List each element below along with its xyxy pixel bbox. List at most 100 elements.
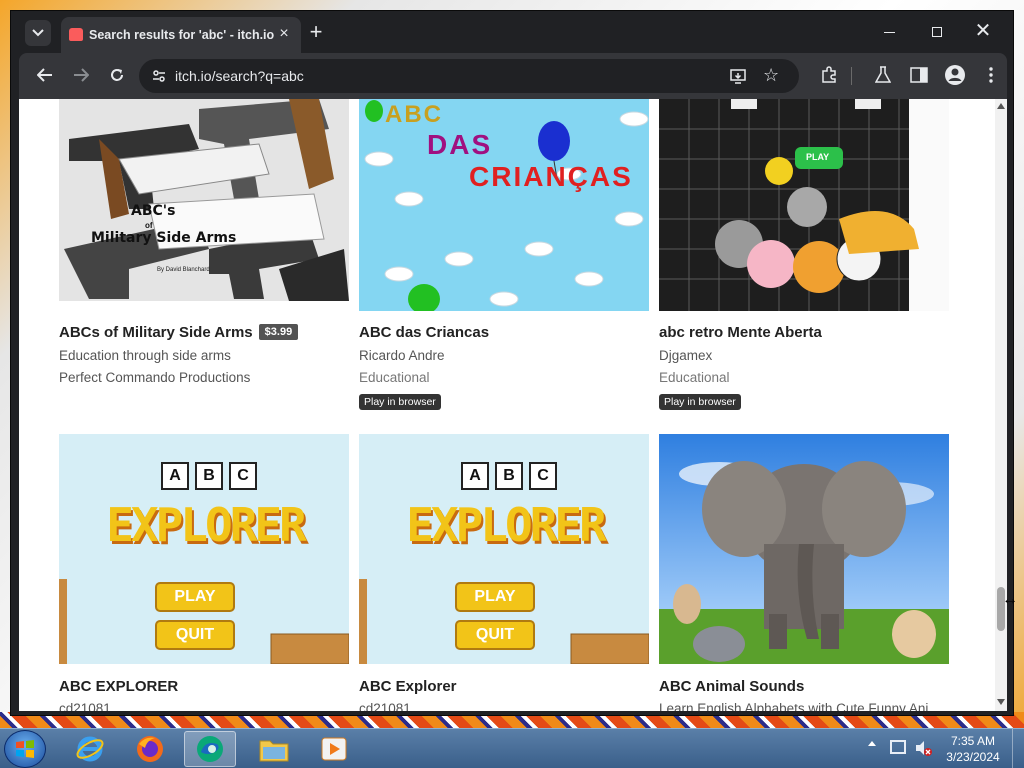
- abc-tiles: A B C: [161, 462, 257, 490]
- clock[interactable]: 7:35 AM 3/23/2024: [940, 733, 1006, 765]
- game-thumbnail[interactable]: ABC DAS CRIANÇAS: [359, 99, 649, 311]
- reload-button[interactable]: [103, 61, 131, 89]
- thumb-caption: QUIT: [475, 626, 515, 643]
- thumb-caption: ABC's: [131, 203, 176, 219]
- letter-tile: B: [195, 462, 223, 490]
- taskbar-edge-button[interactable]: [184, 731, 236, 767]
- install-app-icon[interactable]: [729, 67, 747, 85]
- thumb-caption: DAS: [427, 129, 493, 160]
- browser-window: Search results for 'abc' - itch.io × + ✕: [10, 10, 1014, 716]
- tab-active[interactable]: Search results for 'abc' - itch.io ×: [61, 17, 301, 53]
- volume-muted-icon[interactable]: [914, 739, 932, 757]
- media-player-icon: [321, 737, 347, 761]
- bookmark-star-icon[interactable]: ☆: [763, 65, 779, 86]
- internet-explorer-icon: [76, 736, 104, 762]
- game-card[interactable]: PLAY abc retro Mente Aberta Djgamex Educ…: [659, 99, 949, 410]
- tab-search-button[interactable]: [25, 20, 51, 46]
- game-author[interactable]: Ricardo Andre: [359, 348, 445, 363]
- site-settings-icon[interactable]: [151, 68, 167, 84]
- puzzle-icon: [822, 66, 836, 83]
- game-title[interactable]: ABC Animal Sounds: [659, 678, 804, 695]
- maximize-icon: [932, 27, 942, 37]
- taskbar-media-button[interactable]: [308, 731, 360, 767]
- network-icon[interactable]: [890, 740, 906, 754]
- avatar-icon: [945, 65, 965, 85]
- labs-button[interactable]: [869, 61, 897, 89]
- chevron-down-icon: [32, 29, 44, 37]
- address-bar[interactable]: itch.io/search?q=abc ☆: [139, 59, 799, 93]
- abc-tiles: A B C: [461, 462, 557, 490]
- game-thumbnail[interactable]: [659, 434, 949, 664]
- thumb-caption: CRIANÇAS: [469, 161, 633, 192]
- play-in-browser-badge: Play in browser: [659, 394, 741, 410]
- game-thumbnail[interactable]: ABC's of Military Side Arms By David Bla…: [59, 99, 349, 301]
- kebab-menu-icon: [989, 67, 993, 83]
- scroll-down-icon[interactable]: [997, 699, 1005, 705]
- thumb-play-button: PLAY: [455, 582, 535, 612]
- scroll-up-icon[interactable]: [997, 103, 1005, 109]
- game-thumbnail[interactable]: A B C EXPLORER PLAY QUIT: [359, 434, 649, 664]
- vertical-scrollbar[interactable]: [995, 99, 1007, 711]
- game-description: Education through side arms: [59, 348, 231, 363]
- url-text[interactable]: itch.io/search?q=abc: [175, 68, 304, 84]
- game-author[interactable]: cd21081: [359, 701, 411, 711]
- show-desktop-button[interactable]: [1012, 729, 1024, 768]
- game-genre[interactable]: Educational: [659, 370, 730, 385]
- tab-close-icon[interactable]: ×: [275, 25, 293, 43]
- taskbar-ie-button[interactable]: [64, 731, 116, 767]
- close-icon: ✕: [974, 20, 992, 42]
- game-author[interactable]: Perfect Commando Productions: [59, 370, 250, 385]
- thumb-caption: ABC: [385, 101, 443, 128]
- maximize-button[interactable]: [925, 23, 949, 41]
- game-card[interactable]: ABC DAS CRIANÇAS ABC das Criancas Ricard…: [359, 99, 649, 410]
- extensions-button[interactable]: [815, 61, 843, 89]
- game-title-text[interactable]: ABCs of Military Side Arms: [59, 324, 253, 341]
- thumb-play-button: PLAY: [155, 582, 235, 612]
- clock-time: 7:35 AM: [950, 734, 996, 748]
- show-hidden-icons-button[interactable]: [868, 741, 876, 746]
- folder-icon: [259, 740, 289, 762]
- reload-icon: [111, 69, 123, 81]
- taskbar-explorer-button[interactable]: [248, 731, 300, 767]
- menu-button[interactable]: [977, 61, 1005, 89]
- game-title[interactable]: abc retro Mente Aberta: [659, 324, 822, 341]
- game-title[interactable]: ABC Explorer: [359, 678, 457, 695]
- thumb-caption: EXPLORER: [106, 498, 307, 552]
- game-thumbnail[interactable]: PLAY: [659, 99, 949, 311]
- game-thumbnail[interactable]: A B C EXPLORER PLAY QUIT: [59, 434, 349, 664]
- clock-date: 3/23/2024: [946, 750, 1000, 764]
- game-card[interactable]: A B C EXPLORER PLAY QUIT ABC Explorer cd…: [359, 434, 649, 711]
- game-card[interactable]: ABC's of Military Side Arms By David Bla…: [59, 99, 349, 399]
- browser-toolbar: itch.io/search?q=abc ☆: [19, 53, 1007, 99]
- thumb-caption: PLAY: [474, 588, 516, 605]
- thumb-caption: EXPLORER: [406, 498, 607, 552]
- game-author[interactable]: Djgamex: [659, 348, 712, 363]
- game-title[interactable]: ABC das Criancas: [359, 324, 489, 341]
- game-genre[interactable]: Educational: [359, 370, 430, 385]
- minimize-button[interactable]: [877, 23, 901, 41]
- profile-button[interactable]: [941, 61, 969, 89]
- game-description: Learn English Alphabets with Cute Funny …: [659, 701, 940, 711]
- new-tab-button[interactable]: +: [303, 20, 329, 46]
- taskbar-firefox-button[interactable]: [124, 731, 176, 767]
- page-content: ABC's of Military Side Arms By David Bla…: [19, 99, 995, 711]
- itch-favicon-icon: [69, 28, 83, 41]
- start-button[interactable]: [4, 730, 46, 768]
- thumb-caption: of: [145, 221, 153, 230]
- letter-tile: C: [229, 462, 257, 490]
- game-card[interactable]: ABC Animal Sounds Learn English Alphabet…: [659, 434, 949, 711]
- thumb-quit-button: QUIT: [455, 620, 535, 650]
- forward-arrow-icon: [74, 68, 89, 82]
- game-title[interactable]: ABC EXPLORER: [59, 678, 178, 695]
- game-card[interactable]: A B C EXPLORER PLAY QUIT ABC EXPLORER cd…: [59, 434, 349, 711]
- game-author[interactable]: cd21081: [59, 701, 111, 711]
- back-button[interactable]: [31, 61, 59, 89]
- close-window-button[interactable]: ✕: [971, 21, 995, 41]
- forward-button[interactable]: [67, 61, 95, 89]
- side-panel-icon: [910, 67, 928, 83]
- game-title[interactable]: ABCs of Military Side Arms $3.99: [59, 324, 299, 341]
- side-panel-button[interactable]: [905, 61, 933, 89]
- thumb-caption: QUIT: [175, 626, 215, 643]
- resize-cursor-icon: ↔: [1002, 591, 1018, 608]
- toolbar-divider: [851, 67, 852, 85]
